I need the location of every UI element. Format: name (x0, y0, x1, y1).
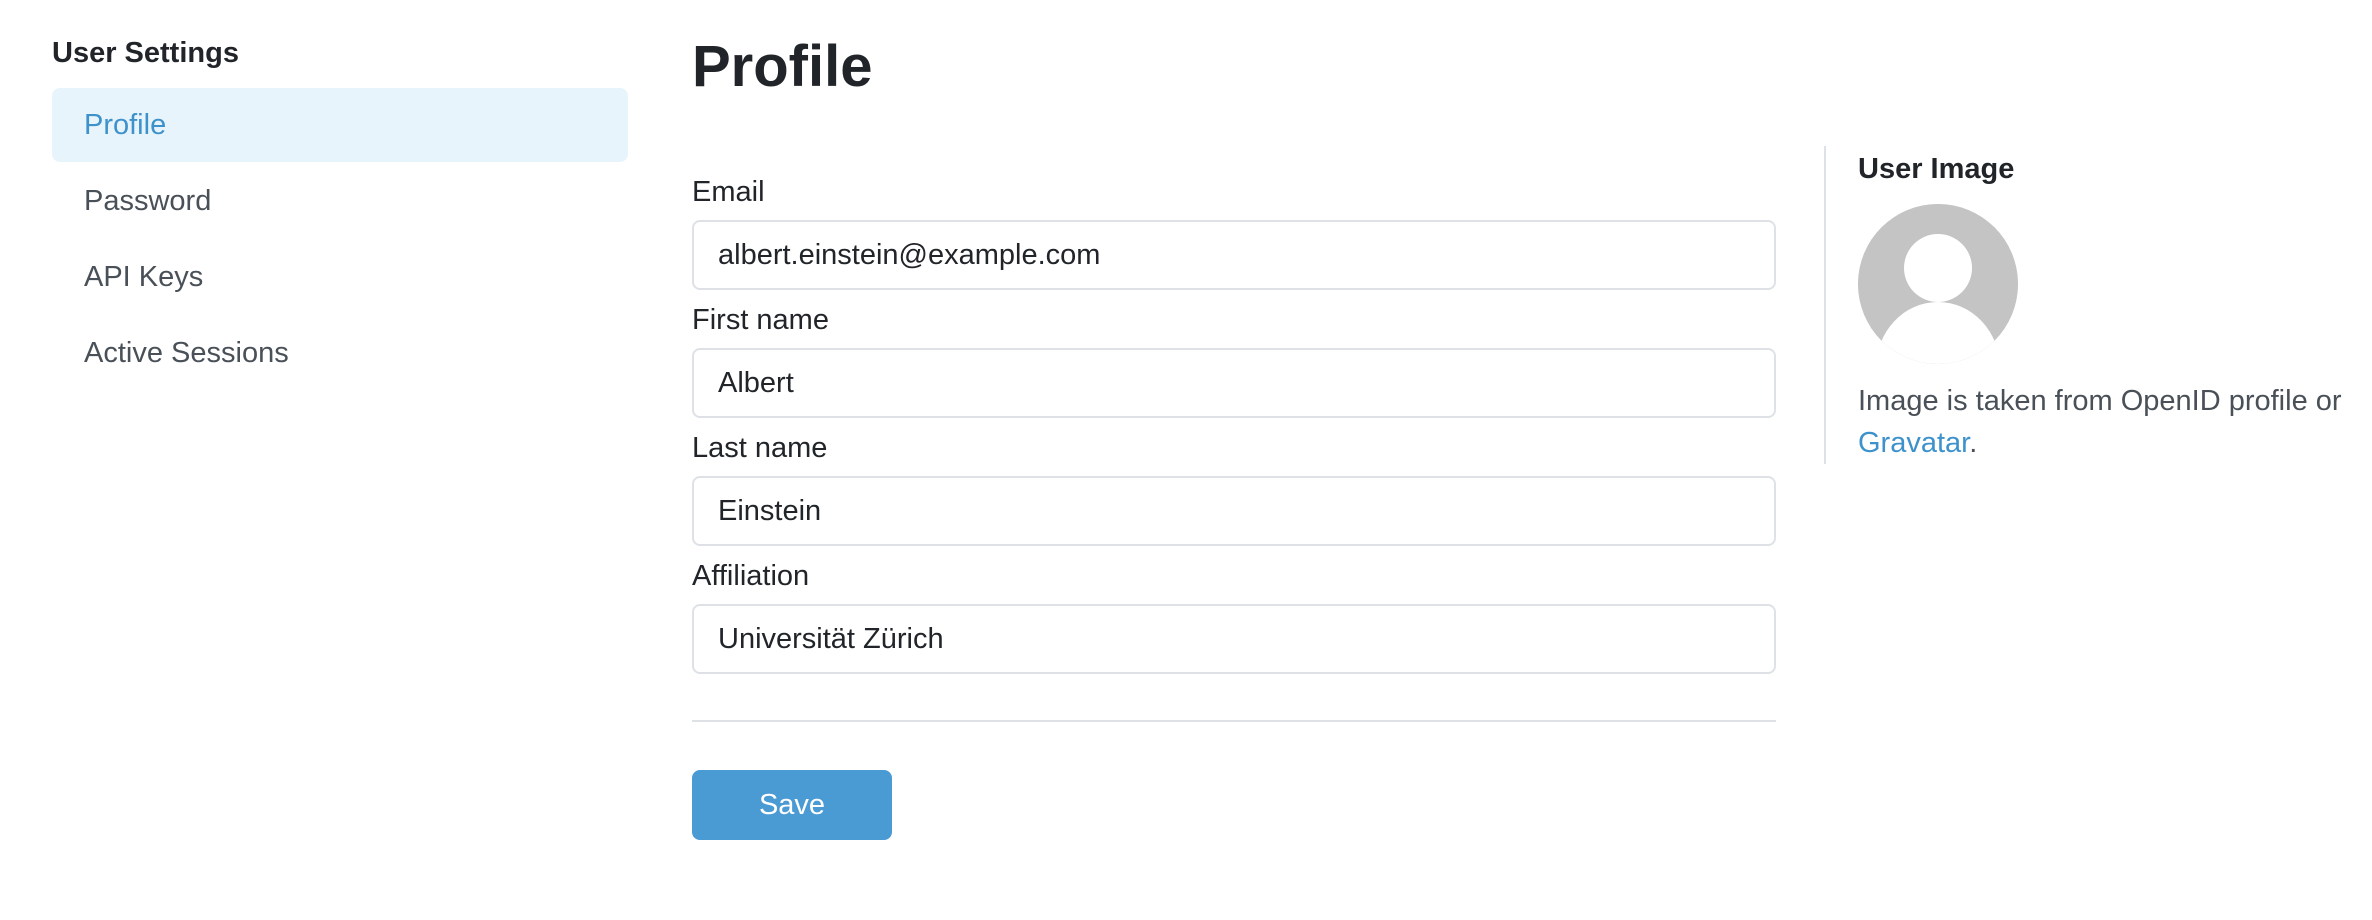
default-user-avatar-icon (1858, 204, 2018, 364)
settings-page: User Settings Profile Password API Keys … (0, 0, 2372, 920)
gravatar-link[interactable]: Gravatar (1858, 427, 1969, 459)
first-name-field-group: First name (692, 302, 1776, 418)
profile-form: Email First name Last name Affiliation S… (692, 174, 1776, 840)
sidebar-item-password[interactable]: Password (52, 164, 628, 238)
sidebar-item-api-keys[interactable]: API Keys (52, 240, 628, 314)
sidebar-nav: Profile Password API Keys Active Session… (52, 88, 628, 390)
email-field-group: Email (692, 174, 1776, 290)
save-button[interactable]: Save (692, 770, 892, 840)
user-image-title: User Image (1858, 153, 2015, 185)
last-name-label: Last name (692, 432, 828, 464)
avatar-silhouette-icon (1858, 204, 2018, 364)
settings-sidebar: User Settings Profile Password API Keys … (52, 30, 628, 392)
user-image-note-text: Image is taken from OpenID profile or (1858, 385, 2342, 417)
last-name-field[interactable] (692, 476, 1776, 546)
user-image-note: Image is taken from OpenID profile or Gr… (1858, 380, 2372, 464)
user-image-note-suffix: . (1969, 427, 1978, 459)
page-title: Profile (692, 34, 873, 99)
form-divider (692, 720, 1776, 722)
email-label: Email (692, 176, 765, 208)
sidebar-item-profile[interactable]: Profile (52, 88, 628, 162)
affiliation-label: Affiliation (692, 560, 810, 592)
sidebar-item-active-sessions[interactable]: Active Sessions (52, 316, 628, 390)
profile-main: Profile Email First name Last name Affil… (692, 30, 1776, 840)
first-name-label: First name (692, 304, 829, 336)
email-field[interactable] (692, 220, 1776, 290)
first-name-field[interactable] (692, 348, 1776, 418)
affiliation-field[interactable] (692, 604, 1776, 674)
sidebar-title: User Settings (52, 37, 239, 69)
affiliation-field-group: Affiliation (692, 558, 1776, 674)
user-image-panel: User Image Image is taken from OpenID pr… (1824, 146, 2364, 464)
last-name-field-group: Last name (692, 430, 1776, 546)
